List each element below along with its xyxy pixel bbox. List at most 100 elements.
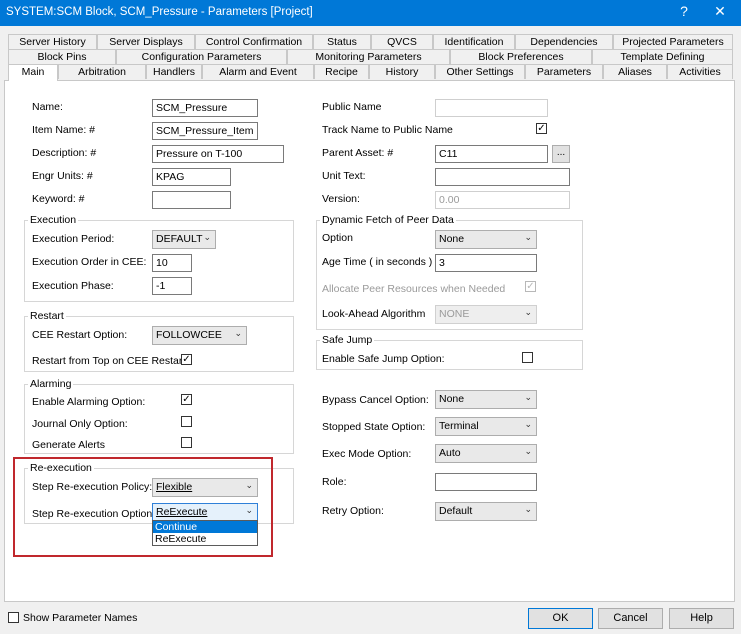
generate-alerts-checkbox[interactable] (181, 437, 192, 448)
execution-phase-field[interactable]: -1 (152, 277, 192, 295)
retry-option-label: Retry Option: (322, 505, 384, 517)
execution-period-label: Execution Period: (32, 233, 115, 245)
tab-arbitration[interactable]: Arbitration (58, 64, 146, 79)
stopped-state-select[interactable]: Terminal ⌄ (435, 417, 537, 436)
lookahead-select: NONE ⌄ (435, 305, 537, 324)
tab-alarm-and-event[interactable]: Alarm and Event (202, 64, 314, 79)
execution-period-select[interactable]: DEFAULT ⌄ (152, 230, 216, 249)
unit-text-field[interactable] (435, 168, 570, 186)
tab-block-pins[interactable]: Block Pins (8, 49, 116, 64)
chevron-down-icon: ⌄ (524, 232, 532, 242)
tab-projected-parameters[interactable]: Projected Parameters (613, 34, 733, 49)
tab-server-history[interactable]: Server History (8, 34, 97, 49)
retry-option-select[interactable]: Default ⌄ (435, 502, 537, 521)
exec-mode-select[interactable]: Auto ⌄ (435, 444, 537, 463)
tab-other-settings[interactable]: Other Settings (435, 64, 525, 79)
bypass-cancel-label: Bypass Cancel Option: (322, 394, 429, 406)
tab-control-confirmation[interactable]: Control Confirmation (195, 34, 313, 49)
execution-order-label: Execution Order in CEE: (32, 256, 147, 268)
tab-monitoring-parameters[interactable]: Monitoring Parameters (287, 49, 450, 64)
execution-phase-label: Execution Phase: (32, 280, 114, 292)
enable-alarming-label: Enable Alarming Option: (32, 396, 146, 408)
tab-parameters[interactable]: Parameters (525, 64, 603, 79)
allocate-peer-label: Allocate Peer Resources when Needed (322, 283, 506, 295)
tab-configuration-parameters[interactable]: Configuration Parameters (116, 49, 287, 64)
name-field[interactable]: SCM_Pressure (152, 99, 258, 117)
tab-template-defining[interactable]: Template Defining (592, 49, 733, 64)
cee-restart-option-value: FOLLOWCEE (156, 329, 222, 341)
role-label: Role: (322, 476, 347, 488)
journal-only-checkbox[interactable] (181, 416, 192, 427)
peer-data-group-title: Dynamic Fetch of Peer Data (320, 214, 456, 226)
title-bar: SYSTEM:SCM Block, SCM_Pressure - Paramet… (0, 0, 741, 26)
item-name-field[interactable]: SCM_Pressure_Item (152, 122, 258, 140)
tab-dependencies[interactable]: Dependencies (515, 34, 613, 49)
public-name-field[interactable] (435, 99, 548, 117)
chevron-down-icon: ⌄ (203, 232, 211, 242)
parent-asset-label: Parent Asset: # (322, 147, 394, 159)
help-button[interactable]: Help (669, 608, 734, 629)
engr-units-field[interactable]: KPAG (152, 168, 231, 186)
unit-text-label: Unit Text: (322, 170, 366, 182)
cee-restart-option-select[interactable]: FOLLOWCEE ⌄ (152, 326, 247, 345)
tab-history[interactable]: History (369, 64, 435, 79)
show-parameter-names-checkbox[interactable] (8, 612, 19, 623)
track-name-checkbox[interactable]: ✓ (536, 123, 547, 134)
journal-only-label: Journal Only Option: (32, 418, 128, 430)
keyword-field[interactable] (152, 191, 231, 209)
description-field[interactable]: Pressure on T-100 (152, 145, 284, 163)
tab-status[interactable]: Status (313, 34, 371, 49)
tab-activities[interactable]: Activities (667, 64, 733, 79)
version-label: Version: (322, 193, 360, 205)
age-time-field[interactable]: 3 (435, 254, 537, 272)
peer-option-select[interactable]: None ⌄ (435, 230, 537, 249)
bypass-cancel-select[interactable]: None ⌄ (435, 390, 537, 409)
exec-mode-value: Auto (439, 447, 461, 459)
execution-order-field[interactable]: 10 (152, 254, 192, 272)
tab-qvcs[interactable]: QVCS (371, 34, 433, 49)
allocate-peer-checkbox: ✓ (525, 281, 536, 292)
retry-option-value: Default (439, 505, 473, 517)
step-reexecution-option-dropdown: Continue ReExecute (152, 520, 258, 546)
tab-recipe[interactable]: Recipe (314, 64, 369, 79)
chevron-down-icon: ⌄ (524, 446, 532, 456)
tab-server-displays[interactable]: Server Displays (97, 34, 195, 49)
track-name-label: Track Name to Public Name (322, 124, 453, 136)
chevron-down-icon: ⌄ (234, 328, 242, 338)
ok-button[interactable]: OK (528, 608, 593, 629)
window-title: SYSTEM:SCM Block, SCM_Pressure - Paramet… (6, 6, 313, 18)
exec-mode-label: Exec Mode Option: (322, 448, 412, 460)
restart-group-title: Restart (28, 310, 66, 322)
tab-handlers[interactable]: Handlers (146, 64, 202, 79)
chevron-down-icon: ⌄ (524, 419, 532, 429)
tab-identification[interactable]: Identification (433, 34, 515, 49)
lookahead-label: Look-Ahead Algorithm (322, 308, 426, 320)
show-parameter-names-label: Show Parameter Names (23, 612, 138, 624)
cancel-button[interactable]: Cancel (598, 608, 663, 629)
tab-aliases[interactable]: Aliases (603, 64, 667, 79)
close-icon[interactable]: ✕ (710, 3, 730, 20)
enable-alarming-checkbox[interactable]: ✓ (181, 394, 192, 405)
peer-option-value: None (439, 233, 465, 245)
tab-main[interactable]: Main (8, 64, 58, 81)
dropdown-option-continue[interactable]: Continue (153, 521, 257, 533)
generate-alerts-label: Generate Alerts (32, 439, 105, 451)
peer-option-label: Option (322, 232, 353, 244)
dropdown-option-reexecute[interactable]: ReExecute (153, 533, 257, 545)
parent-asset-field[interactable]: C11 (435, 145, 548, 163)
keyword-label: Keyword: # (32, 193, 85, 205)
safe-jump-checkbox[interactable] (522, 352, 533, 363)
role-field[interactable] (435, 473, 537, 491)
age-time-label: Age Time ( in seconds ) (322, 256, 433, 268)
item-name-label: Item Name: # (32, 124, 96, 136)
tab-block-preferences[interactable]: Block Preferences (450, 49, 592, 64)
parent-asset-browse-button[interactable]: ... (552, 145, 570, 163)
bypass-cancel-value: None (439, 393, 465, 405)
name-label: Name: (32, 101, 63, 113)
chevron-down-icon: ⌄ (524, 392, 532, 402)
chevron-down-icon: ⌄ (524, 307, 532, 317)
help-icon[interactable]: ? (674, 3, 694, 19)
safe-jump-label: Enable Safe Jump Option: (322, 353, 445, 365)
restart-from-top-checkbox[interactable]: ✓ (181, 354, 192, 365)
lookahead-value: NONE (439, 308, 470, 320)
